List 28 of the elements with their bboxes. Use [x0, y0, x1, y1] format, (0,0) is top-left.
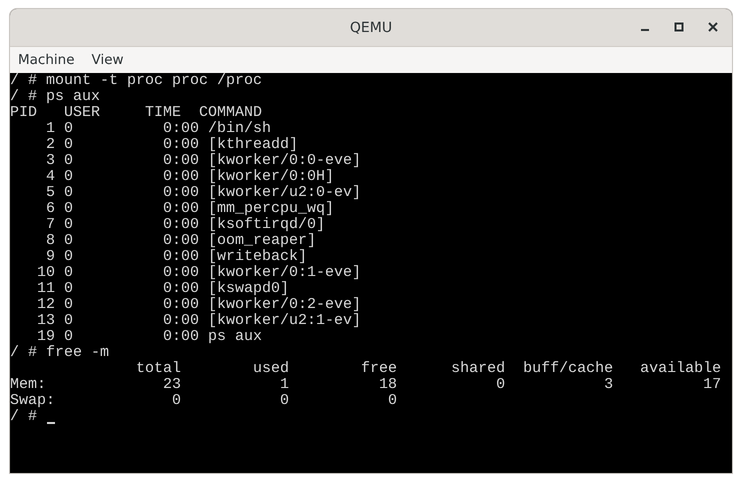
terminal-line: 4 0 0:00 [kworker/0:0H] — [45, 169, 336, 185]
menu-item[interactable]: Machine — [18, 52, 75, 68]
terminal-line: 5 0 0:00 [kworker/u2:0-ev] — [45, 185, 362, 201]
text-cursor — [47, 422, 56, 424]
menu-item[interactable]: View — [92, 52, 124, 68]
terminal-line: 7 0 0:00 [ksoftirqd/0] — [45, 217, 326, 233]
terminal-line: 9 0 0:00 [writeback] — [45, 249, 308, 265]
terminal-line: / # free -m — [10, 345, 110, 361]
terminal-line: 2 0 0:00 [kthreadd] — [45, 137, 300, 153]
terminal-line: 1 0 0:00 /bin/sh — [45, 121, 272, 137]
terminal-prompt: / # — [10, 409, 38, 425]
close-icon[interactable] — [708, 22, 718, 32]
terminal-line: total used free shared buff/cache available — [135, 361, 722, 377]
terminal-line: 3 0 0:00 [kworker/0:0-eve] — [45, 153, 362, 169]
terminal-line: 10 0 0:00 [kworker/0:1-eve] — [36, 265, 362, 281]
terminal-line: 8 0 0:00 [oom_reaper] — [45, 233, 318, 249]
terminal-line: Mem: 23 1 18 0 3 17 — [10, 377, 722, 393]
terminal-line: 13 0 0:00 [kworker/u2:1-ev] — [36, 313, 362, 329]
terminal-line: PID USER TIME COMMAND — [10, 105, 264, 121]
terminal-line: 19 0 0:00 ps aux — [36, 329, 264, 345]
terminal-line: 11 0 0:00 [kswapd0] — [36, 281, 290, 297]
terminal-line: / # mount -t proc proc /proc — [10, 73, 264, 89]
terminal-line: 6 0 0:00 [mm_percpu_wq] — [45, 201, 336, 217]
terminal-line: 12 0 0:00 [kworker/0:2-eve] — [36, 297, 362, 313]
terminal-line: Swap: 0 0 0 — [10, 393, 398, 409]
terminal-line: / # ps aux — [10, 89, 102, 105]
window-title: QEMU — [350, 20, 392, 36]
maximize-icon[interactable] — [674, 22, 684, 32]
